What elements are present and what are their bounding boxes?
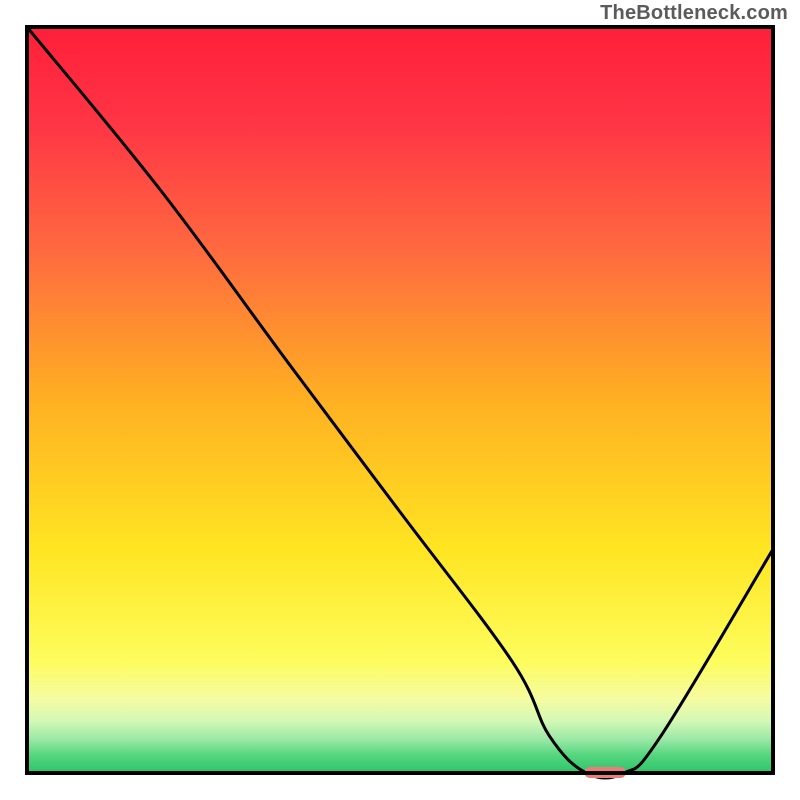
plot-background xyxy=(27,27,773,773)
watermark-text: TheBottleneck.com xyxy=(600,2,788,25)
bottleneck-chart xyxy=(0,0,800,800)
chart-container: TheBottleneck.com xyxy=(0,0,800,800)
